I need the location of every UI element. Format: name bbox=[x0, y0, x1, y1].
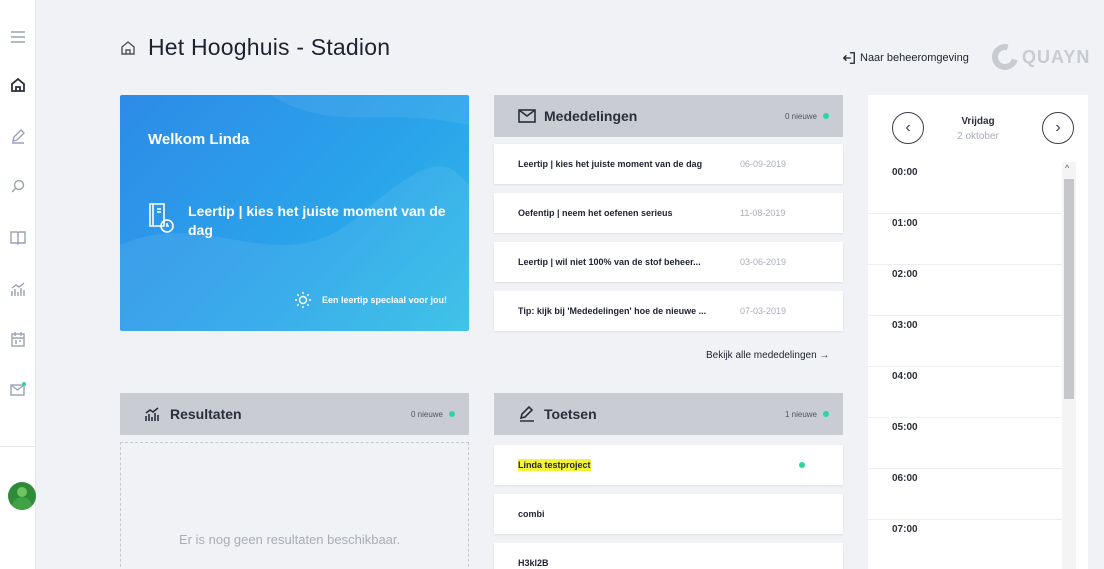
hour-label: 00:00 bbox=[892, 167, 918, 178]
sidebar bbox=[0, 0, 36, 569]
new-indicator bbox=[823, 113, 829, 119]
toetsen-new-count: 1 nieuwe bbox=[784, 409, 817, 419]
toets-title: Linda testproject bbox=[518, 459, 591, 471]
mail-icon bbox=[518, 109, 536, 123]
hour-label: 06:00 bbox=[892, 473, 918, 484]
new-indicator bbox=[799, 462, 805, 468]
pen-icon bbox=[519, 406, 534, 422]
hour-divider bbox=[868, 213, 1062, 214]
welcome-footer: Een leertip speciaal voor jou! bbox=[294, 291, 447, 309]
resultaten-header[interactable]: Resultaten 0 nieuwe bbox=[120, 393, 469, 435]
exit-icon bbox=[842, 52, 855, 64]
resultaten-new-count: 0 nieuwe bbox=[410, 409, 443, 419]
calendar-day: Vrijdag bbox=[961, 116, 995, 127]
beheer-link[interactable]: Naar beheeromgeving bbox=[842, 51, 969, 65]
new-indicator bbox=[449, 411, 455, 417]
scroll-up-icon[interactable]: ^ bbox=[1065, 163, 1069, 173]
resultaten-title: Resultaten bbox=[170, 406, 242, 422]
hour-divider bbox=[868, 264, 1062, 265]
sidebar-divider bbox=[0, 446, 36, 447]
quayn-logo-mark bbox=[987, 39, 1023, 75]
scrollbar-thumb[interactable] bbox=[1064, 179, 1074, 399]
search-icon[interactable] bbox=[9, 177, 27, 195]
hour-label: 04:00 bbox=[892, 371, 918, 382]
hour-label: 05:00 bbox=[892, 422, 918, 433]
hour-label: 07:00 bbox=[892, 524, 918, 535]
mail-icon[interactable] bbox=[9, 380, 27, 398]
hour-label: 01:00 bbox=[892, 218, 918, 229]
empty-message: Er is nog geen resultaten beschikbaar. bbox=[179, 532, 401, 547]
welcome-card[interactable]: Welkom Linda Leertip | kies het juiste m… bbox=[120, 95, 469, 331]
day-calendar: ‹ Vrijdag 2 oktober › 00:00 01:00 02:00 … bbox=[868, 95, 1088, 569]
calendar-icon[interactable] bbox=[9, 330, 27, 348]
calendar-date: 2 oktober bbox=[957, 131, 999, 142]
menu-icon[interactable] bbox=[9, 28, 27, 46]
logo-text: QUAYN bbox=[1022, 46, 1091, 67]
home-icon bbox=[121, 40, 135, 55]
list-item[interactable]: Tip: kijk bij 'Mededelingen' hoe de nieu… bbox=[494, 291, 843, 331]
list-item[interactable]: Leertip | wil niet 100% van de stof behe… bbox=[494, 242, 843, 282]
mededelingen-header[interactable]: Mededelingen 0 nieuwe bbox=[494, 95, 843, 137]
hour-divider bbox=[868, 519, 1062, 520]
next-day-button[interactable]: › bbox=[1042, 112, 1074, 144]
all-mededelingen-link[interactable]: Bekijk alle mededelingen → bbox=[706, 350, 829, 361]
toets-title: combi bbox=[518, 509, 545, 519]
pen-icon[interactable] bbox=[9, 127, 27, 145]
welcome-footer-text: Een leertip speciaal voor jou! bbox=[321, 295, 447, 305]
hour-label: 02:00 bbox=[892, 269, 918, 280]
toets-item[interactable]: Linda testproject bbox=[494, 445, 843, 485]
avatar[interactable] bbox=[8, 482, 36, 510]
beheer-link-label: Naar beheeromgeving bbox=[860, 52, 969, 64]
mededelingen-title: Mededelingen bbox=[544, 108, 638, 124]
chart-icon[interactable] bbox=[9, 280, 27, 298]
mededelingen-new-count: 0 nieuwe bbox=[784, 111, 817, 121]
welcome-tip-text: Leertip | kies het juiste moment van de … bbox=[188, 203, 446, 238]
chart-icon bbox=[145, 407, 159, 421]
sun-icon bbox=[294, 292, 311, 308]
quayn-logo: QUAYN bbox=[987, 39, 1091, 75]
welcome-tip[interactable]: Leertip | kies het juiste moment van de … bbox=[148, 202, 448, 240]
toetsen-title: Toetsen bbox=[544, 406, 597, 422]
new-indicator bbox=[823, 411, 829, 417]
toets-item[interactable]: combi bbox=[494, 494, 843, 534]
hour-divider bbox=[868, 468, 1062, 469]
hour-label: 03:00 bbox=[892, 320, 918, 331]
book-clock-icon bbox=[149, 203, 174, 233]
toets-item[interactable]: H3kl2B bbox=[494, 543, 843, 569]
page-header: Het Hooghuis - Stadion bbox=[120, 34, 390, 61]
resultaten-empty-state: Er is nog geen resultaten beschikbaar. bbox=[120, 442, 469, 569]
welcome-greeting: Welkom Linda bbox=[148, 131, 250, 148]
toetsen-header[interactable]: Toetsen 1 nieuwe bbox=[494, 393, 843, 435]
home-icon[interactable] bbox=[9, 76, 27, 94]
hour-divider bbox=[868, 315, 1062, 316]
prev-day-button[interactable]: ‹ bbox=[892, 112, 924, 144]
book-icon[interactable] bbox=[9, 228, 27, 246]
hour-divider bbox=[868, 366, 1062, 367]
page-title: Het Hooghuis - Stadion bbox=[148, 34, 391, 60]
toets-title: H3kl2B bbox=[518, 558, 549, 568]
hour-divider bbox=[868, 417, 1062, 418]
list-item[interactable]: Oefentip | neem het oefenen serieus 11-0… bbox=[494, 193, 843, 233]
list-item[interactable]: Leertip | kies het juiste moment van de … bbox=[494, 144, 843, 184]
